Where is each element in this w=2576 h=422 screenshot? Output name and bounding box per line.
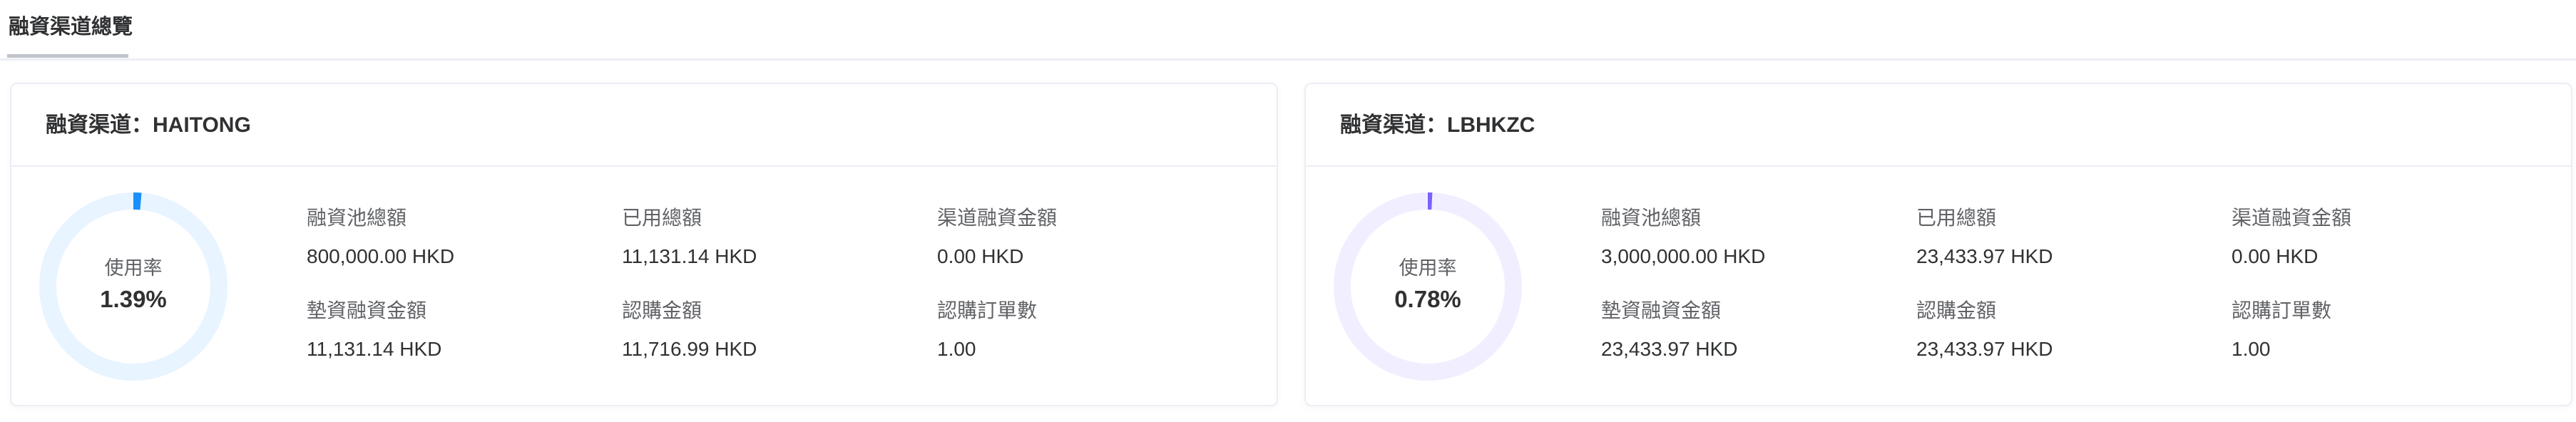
usage-summary: 使用率 0.78% <box>1334 252 1522 313</box>
stat-item: 認購金額 11,716.99 HKD <box>622 295 757 361</box>
active-tab-indicator <box>7 54 128 58</box>
stat-value: 11,716.99 HKD <box>622 338 757 360</box>
stat-label: 渠道融資金額 <box>937 207 1058 229</box>
stat-value: 1.00 <box>937 338 976 360</box>
financing-channel-card: 融資渠道：HAITONG 使用率 1.39% 融資池總額 800,000.00 … <box>10 83 1278 406</box>
stat-label: 渠道融資金額 <box>2232 207 2352 229</box>
stat-item: 認購訂單數 1.00 <box>2232 295 2331 361</box>
stat-value: 11,131.14 HKD <box>622 245 757 267</box>
usage-summary: 使用率 1.39% <box>39 252 228 313</box>
stat-label: 認購金額 <box>1916 299 1997 321</box>
stat-item: 認購金額 23,433.97 HKD <box>1916 295 2053 361</box>
stat-label: 認購金額 <box>622 299 702 321</box>
stat-label: 認購訂單數 <box>2232 299 2332 321</box>
stat-item: 墊資融資金額 11,131.14 HKD <box>307 295 441 361</box>
stat-value: 23,433.97 HKD <box>1916 338 2053 360</box>
tab-bar: 融資渠道總覽 <box>0 0 2576 61</box>
stat-label: 融資池總額 <box>307 207 407 229</box>
stat-value: 11,131.14 HKD <box>307 338 442 360</box>
stat-item: 墊資融資金額 23,433.97 HKD <box>1601 295 1737 361</box>
usage-rate-value: 1.39% <box>100 286 167 312</box>
stat-label: 已用總額 <box>622 207 702 229</box>
usage-rate-label: 使用率 <box>104 257 163 279</box>
stat-label: 墊資融資金額 <box>307 299 427 321</box>
stat-item: 渠道融資金額 0.00 HKD <box>937 202 1057 268</box>
stat-label: 認購訂單數 <box>937 299 1038 321</box>
stat-value: 0.00 HKD <box>937 245 1024 267</box>
stat-item: 融資池總額 800,000.00 HKD <box>307 202 454 268</box>
stat-value: 1.00 <box>2232 338 2271 360</box>
stat-item: 已用總額 11,131.14 HKD <box>622 202 757 268</box>
usage-rate-value: 0.78% <box>1394 286 1461 312</box>
usage-rate-label: 使用率 <box>1399 257 1457 279</box>
stat-value: 23,433.97 HKD <box>1601 338 1738 360</box>
stat-value: 800,000.00 HKD <box>307 245 455 267</box>
stat-label: 已用總額 <box>1916 207 1997 229</box>
stat-item: 認購訂單數 1.00 <box>937 295 1037 361</box>
stat-item: 渠道融資金額 0.00 HKD <box>2232 202 2351 268</box>
card-title: 融資渠道：HAITONG <box>11 84 1277 167</box>
stat-label: 融資池總額 <box>1601 207 1702 229</box>
stat-label: 墊資融資金額 <box>1601 299 1722 321</box>
stat-item: 融資池總額 3,000,000.00 HKD <box>1601 202 1765 268</box>
financing-channel-card: 融資渠道：LBHKZC 使用率 0.78% 融資池總額 3,000,000.00… <box>1304 83 2572 406</box>
tab-financing-channel-overview[interactable]: 融資渠道總覽 <box>9 10 133 40</box>
stat-item: 已用總額 23,433.97 HKD <box>1916 202 2053 268</box>
stat-value: 23,433.97 HKD <box>1916 245 2053 267</box>
stat-value: 3,000,000.00 HKD <box>1601 245 1766 267</box>
card-title: 融資渠道：LBHKZC <box>1306 84 2571 167</box>
stat-value: 0.00 HKD <box>2232 245 2319 267</box>
